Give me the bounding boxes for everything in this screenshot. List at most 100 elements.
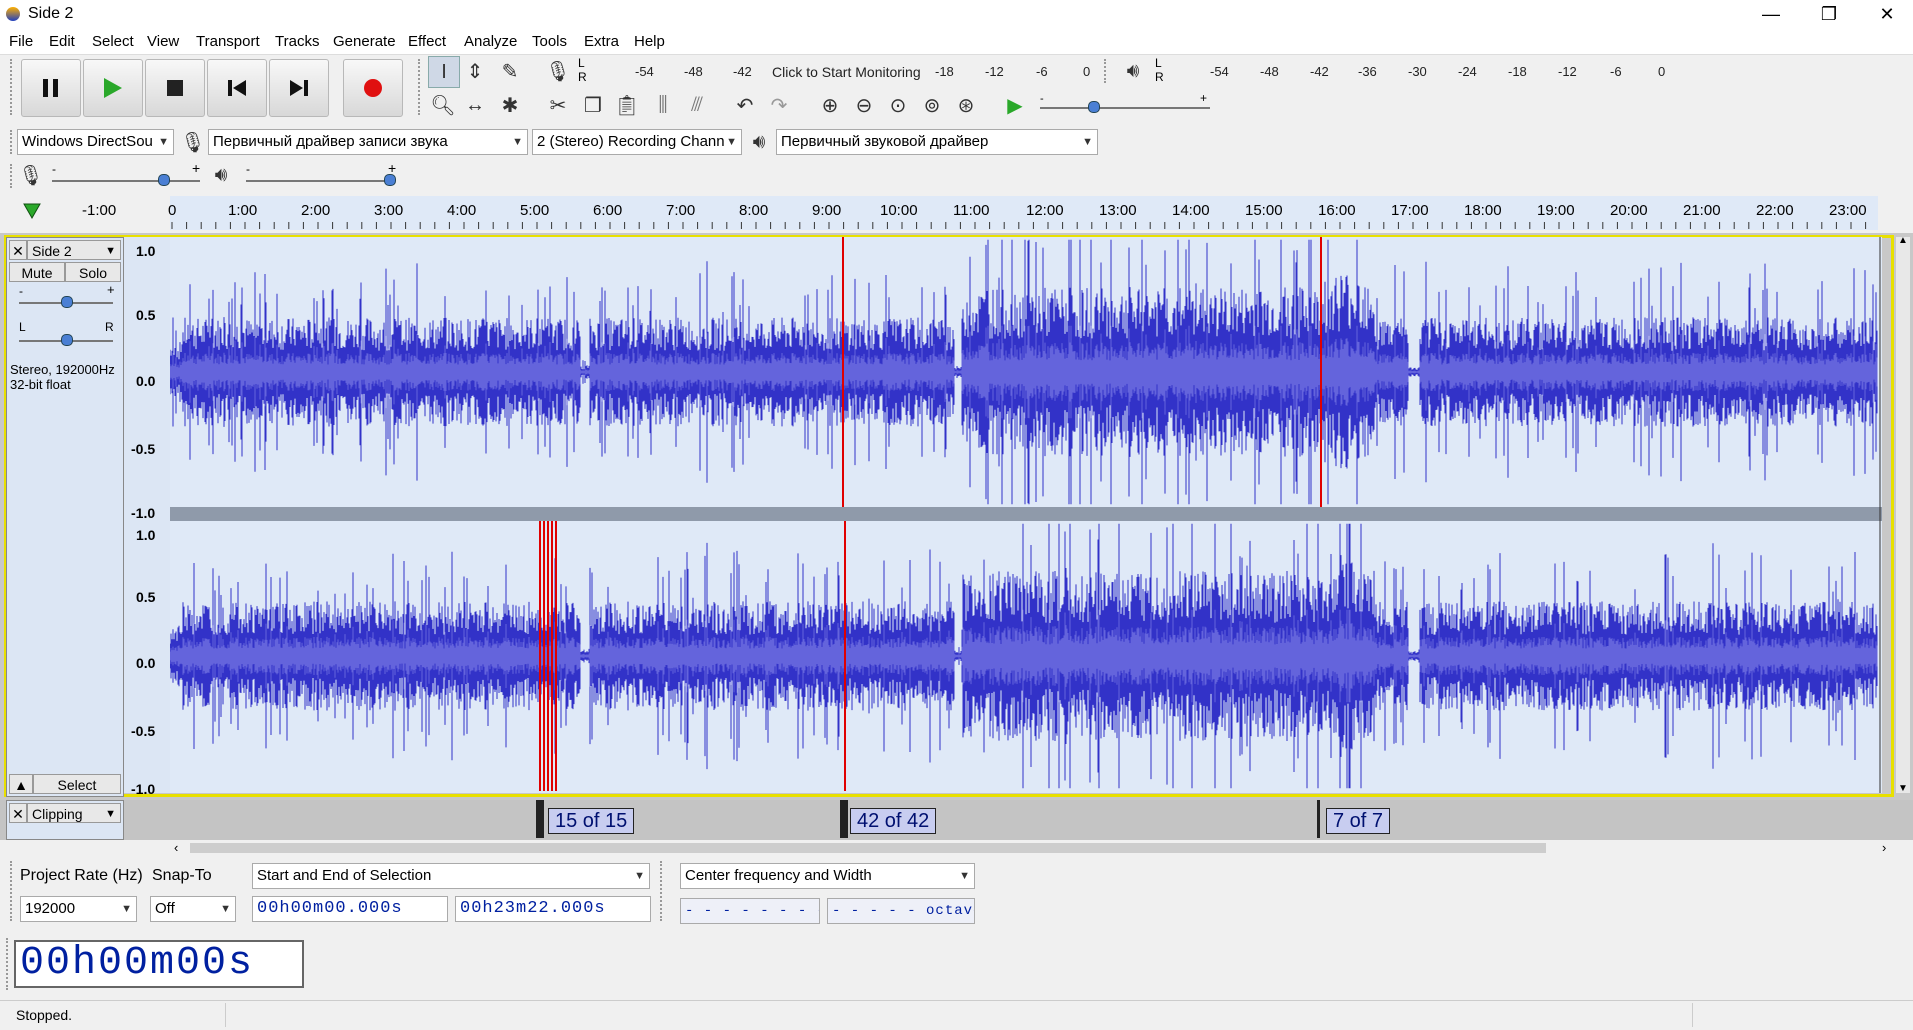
label-item[interactable]: 7 of 7: [1326, 808, 1391, 834]
menu-extra[interactable]: Extra: [584, 33, 619, 50]
label-marker[interactable]: [1317, 800, 1320, 838]
silence-icon[interactable]: ⫻: [682, 90, 712, 120]
host-select[interactable]: Windows DirectSou ▼: [17, 129, 174, 155]
record-volume-knob[interactable]: [158, 174, 170, 186]
menu-select[interactable]: Select: [92, 33, 134, 50]
play-meter-scale[interactable]: -54 -48 -42 -36 -30 -24 -18 -12 -6 0: [1168, 64, 1678, 82]
menu-edit[interactable]: Edit: [49, 33, 75, 50]
timeline-ruler[interactable]: -1:00 0 1:00 2:00 3:00 4:00 5:00 6:00 7:…: [0, 196, 1913, 230]
playback-meter-icon[interactable]: 🔊︎: [1118, 56, 1148, 86]
playback-device-select[interactable]: Первичный звуковой драйвер ▼: [776, 129, 1098, 155]
center-frequency-field[interactable]: - - - - - - - -Hz: [680, 898, 820, 924]
zoom-in-icon[interactable]: ⊕: [815, 90, 845, 120]
menu-generate[interactable]: Generate: [333, 33, 396, 50]
zoom-toggle-icon[interactable]: ⊛: [951, 90, 981, 120]
fit-selection-icon[interactable]: ⊙: [883, 90, 913, 120]
selection-mode-select[interactable]: Start and End of Selection ▼: [252, 863, 650, 889]
scroll-left-icon[interactable]: ‹: [174, 840, 178, 855]
skip-start-button[interactable]: [207, 59, 267, 117]
draw-tool-icon[interactable]: ✎: [495, 56, 525, 86]
device-toolbar-grip[interactable]: [10, 130, 16, 154]
maximize-button[interactable]: ❐: [1806, 0, 1852, 30]
record-device-select[interactable]: Первичный драйвер записи звука ▼: [208, 129, 528, 155]
selection-start-field[interactable]: 00h00m00.000s: [252, 896, 448, 922]
play-head-triangle-icon[interactable]: [22, 202, 42, 220]
menu-help[interactable]: Help: [634, 33, 665, 50]
select-track-button[interactable]: Select: [33, 774, 121, 794]
scroll-right-icon[interactable]: ›: [1882, 840, 1886, 855]
redo-icon[interactable]: ↷: [764, 90, 794, 120]
undo-icon[interactable]: ↶: [730, 90, 760, 120]
copy-icon[interactable]: ❐: [578, 90, 608, 120]
trim-icon[interactable]: ⫼: [648, 90, 678, 120]
timeshift-tool-icon[interactable]: ↔: [460, 90, 490, 120]
menu-view[interactable]: View: [147, 33, 179, 50]
scroll-up-icon[interactable]: ▲: [1898, 235, 1908, 246]
label-track-name-menu[interactable]: Clipping ▼: [27, 803, 121, 823]
play-button[interactable]: [83, 59, 143, 117]
pan-knob[interactable]: [61, 334, 73, 346]
ruler-timeline[interactable]: 0 1:00 2:00 3:00 4:00 5:00 6:00 7:00 8:0…: [168, 196, 1878, 230]
project-rate-select[interactable]: 192000 ▼: [20, 896, 137, 922]
paste-icon[interactable]: 📋︎: [612, 90, 642, 120]
menu-analyze[interactable]: Analyze: [464, 33, 517, 50]
selection-toolbar-grip[interactable]: [10, 861, 16, 921]
label-track-close-button[interactable]: ✕: [9, 803, 27, 823]
record-meter-scale[interactable]: -54 -48 -42 Click to Start Monitoring -1…: [590, 64, 1090, 82]
scrollbar-thumb[interactable]: [190, 843, 1546, 853]
solo-button[interactable]: Solo: [65, 262, 121, 282]
menu-transport[interactable]: Transport: [196, 33, 260, 50]
play-speed-knob[interactable]: [1088, 101, 1100, 113]
record-meter-icon[interactable]: 🎙︎: [543, 56, 573, 86]
selection-tool-icon[interactable]: I: [428, 56, 460, 88]
snap-to-select[interactable]: Off ▼: [150, 896, 236, 922]
record-button[interactable]: [343, 59, 403, 117]
tools-grip[interactable]: [418, 59, 424, 115]
record-volume-slider[interactable]: [52, 180, 200, 182]
label-item[interactable]: 42 of 42: [850, 808, 937, 834]
gain-knob[interactable]: [61, 296, 73, 308]
waveform-area[interactable]: [169, 237, 1882, 793]
minimize-button[interactable]: —: [1748, 0, 1794, 30]
menu-effect[interactable]: Effect: [408, 33, 446, 50]
menu-tracks[interactable]: Tracks: [275, 33, 319, 50]
multi-tool-icon[interactable]: ✱: [495, 90, 525, 120]
playback-volume-slider[interactable]: [246, 180, 394, 182]
pause-button[interactable]: [21, 59, 81, 117]
zoom-out-icon[interactable]: ⊖: [849, 90, 879, 120]
spectral-toolbar-grip[interactable]: [660, 861, 666, 921]
selection-end-field[interactable]: 00h23m22.000s: [455, 896, 651, 922]
time-toolbar-grip[interactable]: [6, 938, 12, 990]
track-close-button[interactable]: ✕: [9, 240, 27, 260]
play-meter-grip[interactable]: [1104, 59, 1110, 83]
label-marker[interactable]: [840, 800, 848, 838]
label-item[interactable]: 15 of 15: [548, 808, 635, 834]
zoom-tool-icon[interactable]: 🔍︎: [428, 90, 458, 120]
envelope-tool-icon[interactable]: ⇕: [460, 56, 490, 86]
fit-project-icon[interactable]: ⊚: [917, 90, 947, 120]
menu-tools[interactable]: Tools: [532, 33, 567, 50]
label-track-area[interactable]: 15 of 15 42 of 42 7 of 7: [170, 800, 1882, 838]
menu-file[interactable]: File: [9, 33, 33, 50]
track-name-menu[interactable]: Side 2 ▼: [27, 240, 121, 260]
channels-select[interactable]: 2 (Stereo) Recording Chann ▼: [532, 129, 742, 155]
waveform[interactable]: [169, 237, 1882, 793]
stop-button[interactable]: [145, 59, 205, 117]
mute-button[interactable]: Mute: [9, 262, 65, 282]
playback-volume-knob[interactable]: [384, 174, 396, 186]
horizontal-scrollbar[interactable]: ‹ ›: [170, 840, 1910, 856]
vertical-scrollbar[interactable]: ▲ ▼: [1896, 235, 1910, 794]
spectral-mode-select[interactable]: Center frequency and Width ▼: [680, 863, 975, 889]
vertical-scale[interactable]: 1.0 0.5 0.0 -0.5 -1.0 1.0 0.5 0.0 -0.5 -…: [124, 237, 170, 797]
toolbar-grip[interactable]: [10, 59, 16, 115]
play-at-speed-icon[interactable]: ▶: [1000, 90, 1030, 120]
label-marker[interactable]: [536, 800, 544, 838]
play-speed-slider[interactable]: [1040, 107, 1210, 109]
width-octaves-field[interactable]: - - - - - octaves: [827, 898, 975, 924]
audio-position-time[interactable]: 00h00m00s: [14, 940, 304, 988]
scroll-down-icon[interactable]: ▼: [1898, 783, 1908, 794]
skip-end-button[interactable]: [269, 59, 329, 117]
collapse-track-button[interactable]: ▲: [9, 774, 33, 794]
close-button[interactable]: ✕: [1864, 0, 1910, 30]
cut-icon[interactable]: ✂: [543, 90, 573, 120]
